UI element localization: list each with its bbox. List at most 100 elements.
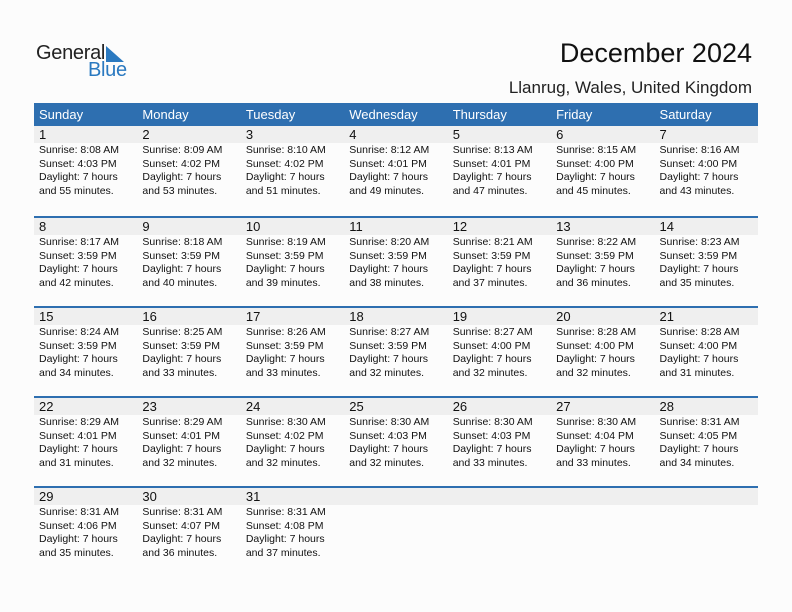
day-number: 9 — [142, 219, 150, 234]
day-sunset: Sunset: 4:01 PM — [142, 429, 221, 442]
day-sunrise: Sunrise: 8:20 AM — [349, 236, 430, 248]
day-daylight2: and 32 minutes. — [349, 456, 424, 469]
day-number: 18 — [349, 309, 364, 324]
day-info-row: Sunrise: 8:08 AM Sunset: 4:03 PM Daylight:… — [34, 143, 758, 198]
day-daylight2: and 37 minutes. — [245, 546, 321, 559]
day-number: 6 — [556, 127, 564, 142]
day-daylight1: Daylight: 7 hours — [245, 263, 325, 275]
day-cell: Sunrise: 8:28 AM Sunset: 4:00 PM Daylight:… — [655, 325, 758, 380]
day-sunset: Sunset: 4:07 PM — [142, 519, 221, 532]
day-cell: Sunrise: 8:08 AM Sunset: 4:03 PM Daylight:… — [34, 143, 137, 198]
day-cell: Sunrise: 8:31 AM Sunset: 4:08 PM Daylight:… — [241, 505, 344, 560]
day-cell: Sunrise: 8:15 AM Sunset: 4:00 PM Daylight:… — [551, 143, 654, 198]
day-cell: Sunrise: 8:12 AM Sunset: 4:01 PM Daylight:… — [344, 143, 447, 198]
day-cell — [448, 505, 551, 560]
day-daylight1: Daylight: 7 hours — [245, 353, 325, 365]
day-daylight2: and 32 minutes. — [349, 366, 424, 379]
day-cell: Sunrise: 8:25 AM Sunset: 3:59 PM Daylight:… — [137, 325, 240, 380]
day-daylight1: Daylight: 7 hours — [39, 533, 118, 545]
day-sunrise: Sunrise: 8:30 AM — [556, 416, 637, 428]
day-sunset: Sunset: 4:06 PM — [39, 519, 117, 532]
day-sunset: Sunset: 4:03 PM — [452, 429, 531, 442]
day-daylight1: Daylight: 7 hours — [349, 443, 429, 455]
day-sunrise: Sunrise: 8:13 AM — [452, 144, 533, 156]
day-number: 8 — [39, 219, 47, 234]
day-cell: Sunrise: 8:31 AM Sunset: 4:06 PM Daylight:… — [34, 505, 137, 560]
day-daylight1: Daylight: 7 hours — [659, 171, 739, 183]
day-daylight1: Daylight: 7 hours — [556, 263, 635, 275]
day-daylight1: Daylight: 7 hours — [452, 353, 532, 365]
day-sunrise: Sunrise: 8:22 AM — [556, 236, 637, 248]
day-daylight2: and 36 minutes. — [142, 546, 218, 559]
day-number: 12 — [452, 219, 468, 234]
day-sunrise: Sunrise: 8:31 AM — [659, 416, 740, 428]
day-cell: Sunrise: 8:27 AM Sunset: 3:59 PM Daylight:… — [344, 325, 447, 380]
day-sunset: Sunset: 3:59 PM — [245, 249, 324, 262]
day-number — [448, 488, 551, 505]
day-number-row: 1 2 3 4 5 6 7 — [34, 126, 758, 143]
day-daylight1: Daylight: 7 hours — [659, 443, 739, 455]
calendar-location: Llanrug, Wales, United Kingdom — [508, 78, 752, 97]
day-number: 10 — [245, 219, 261, 234]
day-daylight1: Daylight: 7 hours — [142, 533, 222, 545]
day-daylight1: Daylight: 7 hours — [39, 443, 118, 455]
day-daylight1: Daylight: 7 hours — [245, 533, 325, 545]
day-sunrise: Sunrise: 8:16 AM — [659, 144, 740, 156]
day-number: 21 — [659, 309, 674, 324]
calendar-grid: Sunday Monday Tuesday Wednesday Thursday… — [34, 103, 758, 576]
day-cell: Sunrise: 8:10 AM Sunset: 4:02 PM Daylight:… — [241, 143, 344, 198]
day-number: 1 — [39, 127, 47, 142]
calendar-week: 1 2 3 4 5 6 7 Sunrise: 8:08 AM Sunset: 4:03 PM Da… — [34, 126, 758, 216]
day-sunset: Sunset: 4:00 PM — [659, 339, 738, 352]
day-number-row: 29 30 31 — [34, 488, 758, 505]
day-cell: Sunrise: 8:30 AM Sunset: 4:03 PM Daylight:… — [344, 415, 447, 470]
day-sunset: Sunset: 4:01 PM — [452, 157, 531, 170]
day-number: 7 — [659, 127, 667, 142]
calendar-week: 22 23 24 25 26 27 28 Sunrise: 8:29 AM Sunset: 4:… — [34, 396, 758, 486]
day-number: 13 — [556, 219, 571, 234]
day-number: 5 — [452, 127, 460, 142]
day-number: 26 — [452, 399, 468, 414]
day-sunset: Sunset: 4:08 PM — [245, 519, 324, 532]
day-info-row: Sunrise: 8:17 AM Sunset: 3:59 PM Daylight:… — [34, 235, 758, 290]
day-daylight2: and 53 minutes. — [142, 184, 218, 197]
day-daylight2: and 33 minutes. — [556, 456, 631, 469]
day-number: 23 — [142, 399, 157, 414]
day-sunrise: Sunrise: 8:23 AM — [659, 236, 740, 248]
day-number: 20 — [556, 309, 571, 324]
day-daylight2: and 33 minutes. — [142, 366, 218, 379]
day-cell: Sunrise: 8:29 AM Sunset: 4:01 PM Daylight:… — [34, 415, 137, 470]
day-sunrise: Sunrise: 8:31 AM — [39, 506, 119, 518]
day-sunset: Sunset: 4:00 PM — [452, 339, 531, 352]
day-sunset: Sunset: 3:59 PM — [142, 339, 221, 352]
day-sunset: Sunset: 4:00 PM — [556, 339, 634, 352]
day-number — [551, 488, 654, 505]
day-cell — [655, 505, 758, 560]
day-sunset: Sunset: 3:59 PM — [39, 339, 117, 352]
day-daylight2: and 34 minutes. — [659, 456, 735, 469]
day-cell: Sunrise: 8:20 AM Sunset: 3:59 PM Daylight:… — [344, 235, 447, 290]
day-daylight1: Daylight: 7 hours — [142, 443, 222, 455]
day-sunrise: Sunrise: 8:15 AM — [556, 144, 637, 156]
logo-text-blue: Blue — [88, 59, 127, 81]
day-sunset: Sunset: 4:01 PM — [349, 157, 427, 170]
general-blue-logo: General Blue — [36, 42, 136, 82]
day-cell — [344, 505, 447, 560]
day-sunset: Sunset: 4:01 PM — [39, 429, 117, 442]
day-sunset: Sunset: 3:59 PM — [349, 339, 427, 352]
day-daylight2: and 43 minutes. — [659, 184, 735, 197]
day-number: 28 — [659, 399, 674, 414]
day-daylight1: Daylight: 7 hours — [349, 171, 429, 183]
day-daylight1: Daylight: 7 hours — [39, 353, 118, 365]
day-daylight1: Daylight: 7 hours — [349, 263, 429, 275]
day-number: 24 — [245, 399, 261, 414]
day-daylight1: Daylight: 7 hours — [142, 353, 222, 365]
day-sunrise: Sunrise: 8:31 AM — [245, 506, 326, 518]
day-cell: Sunrise: 8:19 AM Sunset: 3:59 PM Daylight:… — [241, 235, 344, 290]
day-number — [344, 488, 447, 505]
day-number: 30 — [142, 489, 157, 504]
day-sunrise: Sunrise: 8:21 AM — [452, 236, 533, 248]
day-number-row: 22 23 24 25 26 27 28 — [34, 398, 758, 415]
weekday-sunday: Sunday — [39, 107, 84, 122]
day-daylight1: Daylight: 7 hours — [556, 443, 635, 455]
